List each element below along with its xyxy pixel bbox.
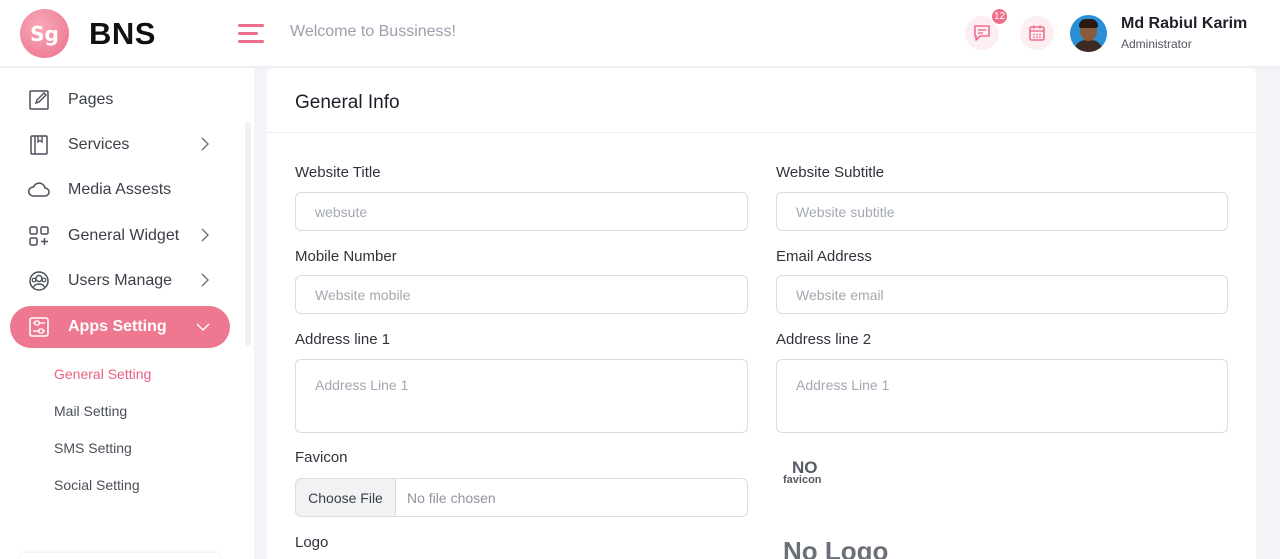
sidebar-item-apps-setting[interactable]: Apps Setting xyxy=(10,306,230,348)
edit-icon xyxy=(27,88,51,112)
sidebar-item-media-assests[interactable]: Media Assests xyxy=(10,169,230,211)
sub-item-mail-setting[interactable]: Mail Setting xyxy=(54,403,127,419)
address-line-2-label: Address line 2 xyxy=(776,331,872,348)
sub-item-social-setting[interactable]: Social Setting xyxy=(54,477,140,493)
sidebar-item-label: Services xyxy=(68,136,130,153)
user-avatar[interactable] xyxy=(1070,15,1107,52)
top-header: Sg BNS Welcome to Bussiness! 12 Md Rabiu… xyxy=(0,0,1280,67)
address-line-1-label: Address line 1 xyxy=(295,331,391,348)
logo-label: Logo xyxy=(295,534,329,551)
brand-logo[interactable]: Sg xyxy=(20,9,69,58)
sidebar-item-label: Users Manage xyxy=(68,272,173,289)
sidebar-scrollbar[interactable] xyxy=(245,122,251,346)
no-logo-placeholder: No Logo xyxy=(783,536,889,559)
sidebar-item-label: General Widget xyxy=(68,227,180,244)
sidebar-footer-card xyxy=(20,553,220,559)
card-divider xyxy=(267,132,1256,133)
card-title: General Info xyxy=(295,92,400,113)
chevron-right-icon xyxy=(201,228,209,242)
widgets-icon xyxy=(27,224,51,248)
calendar-icon xyxy=(1029,25,1045,41)
sub-item-sms-setting[interactable]: SMS Setting xyxy=(54,440,132,456)
favicon-label: Favicon xyxy=(295,449,348,466)
chat-icon xyxy=(974,25,990,41)
chevron-right-icon xyxy=(201,273,209,287)
book-icon xyxy=(27,133,51,157)
email-address-label: Email Address xyxy=(776,248,872,265)
notification-badge: 12 xyxy=(990,7,1009,26)
user-name[interactable]: Md Rabiul Karim xyxy=(1121,15,1247,33)
sidebar-item-label: Media Assests xyxy=(68,181,172,198)
sidebar-item-general-widget[interactable]: General Widget xyxy=(10,215,230,257)
sidebar-item-users-manage[interactable]: Users Manage xyxy=(10,260,230,302)
mobile-number-label: Mobile Number xyxy=(295,248,397,265)
chevron-right-icon xyxy=(201,137,209,151)
menu-toggle-icon[interactable] xyxy=(238,22,264,44)
sub-item-general-setting[interactable]: General Setting xyxy=(54,366,151,382)
sidebar-item-pages[interactable]: Pages xyxy=(10,79,230,121)
no-file-chosen-text: No file chosen xyxy=(407,489,496,506)
chevron-down-icon xyxy=(196,323,210,331)
website-title-label: Website Title xyxy=(295,164,381,181)
website-subtitle-label: Website Subtitle xyxy=(776,164,885,181)
user-role: Administrator xyxy=(1121,37,1192,51)
sidebar-item-services[interactable]: Services xyxy=(10,124,230,166)
calendar-button[interactable] xyxy=(1020,16,1054,50)
website-subtitle-input[interactable] xyxy=(776,192,1228,231)
no-favicon-placeholder-sub: favicon xyxy=(783,474,822,486)
favicon-file-input[interactable]: Choose File No file chosen xyxy=(295,478,748,517)
sidebar-item-label: Apps Setting xyxy=(68,318,167,335)
sidebar-item-label: Pages xyxy=(68,91,114,108)
choose-file-button[interactable]: Choose File xyxy=(296,479,396,516)
welcome-text: Welcome to Bussiness! xyxy=(290,23,456,40)
brand-name[interactable]: BNS xyxy=(89,16,156,52)
email-address-input[interactable] xyxy=(776,275,1228,314)
settings-sliders-icon xyxy=(27,315,51,339)
address-line-2-textarea[interactable] xyxy=(776,359,1228,433)
address-line-1-textarea[interactable] xyxy=(295,359,748,433)
users-icon xyxy=(27,269,51,293)
website-title-input[interactable] xyxy=(295,192,748,231)
cloud-icon xyxy=(27,178,51,202)
mobile-number-input[interactable] xyxy=(295,275,748,314)
